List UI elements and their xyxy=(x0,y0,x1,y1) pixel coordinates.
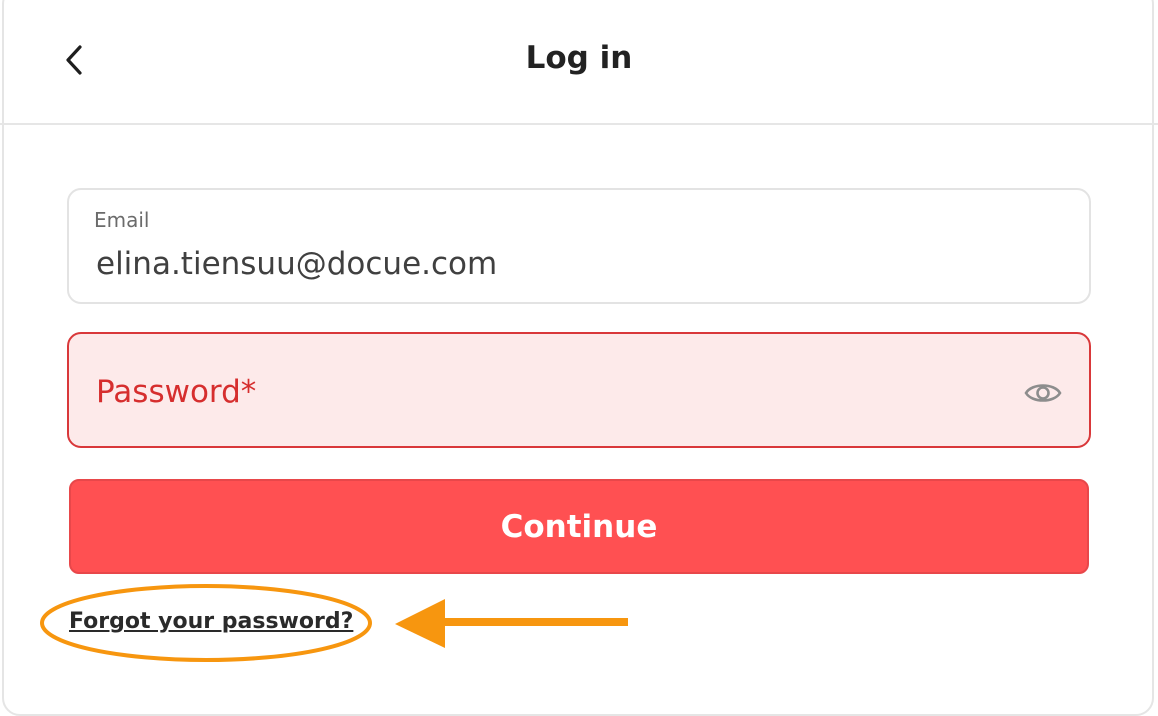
page-title: Log in xyxy=(525,40,633,76)
forgot-password-link[interactable]: Forgot your password? xyxy=(69,609,353,634)
eye-icon xyxy=(1024,384,1062,402)
password-field[interactable]: Password* xyxy=(67,332,1091,448)
email-field[interactable]: Email elina.tiensuu@docue.com xyxy=(67,188,1091,304)
header: Log in xyxy=(0,0,1158,125)
password-label: Password* xyxy=(96,374,257,410)
email-label: Email xyxy=(94,208,150,232)
continue-button[interactable]: Continue xyxy=(69,479,1089,574)
email-value[interactable]: elina.tiensuu@docue.com xyxy=(96,246,497,282)
show-password-button[interactable] xyxy=(1023,378,1063,408)
